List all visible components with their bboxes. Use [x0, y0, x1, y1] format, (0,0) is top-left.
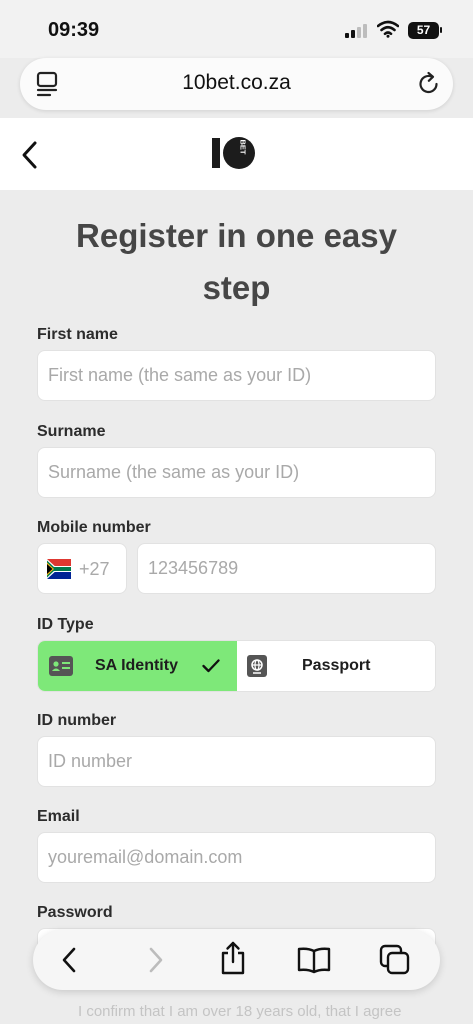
- back-icon[interactable]: [59, 944, 81, 976]
- id-number-label: ID number: [37, 712, 117, 729]
- url-text[interactable]: 10bet.co.za: [20, 71, 453, 95]
- browser-toolbar: [33, 930, 440, 990]
- battery-icon: 57: [408, 22, 439, 39]
- reload-icon[interactable]: [417, 70, 441, 96]
- id-type-label: ID Type: [37, 616, 94, 633]
- passport-option[interactable]: Passport: [237, 641, 435, 691]
- share-icon[interactable]: [219, 940, 247, 976]
- status-time: 09:39: [48, 19, 100, 41]
- passport-label: Passport: [302, 657, 371, 674]
- id-number-input[interactable]: [37, 736, 436, 787]
- surname-input[interactable]: [37, 447, 436, 498]
- 10bet-logo: BET: [212, 137, 255, 169]
- checkmark-icon: [202, 659, 220, 673]
- bookmarks-icon[interactable]: [297, 946, 331, 974]
- south-africa-flag-icon: [47, 559, 71, 579]
- page-title: Register in one easy step: [76, 217, 397, 306]
- country-code-selector[interactable]: +27: [37, 543, 127, 594]
- country-code-text: +27: [79, 559, 110, 579]
- address-bar[interactable]: 10bet.co.za: [20, 58, 453, 110]
- passport-icon: [247, 655, 267, 677]
- site-header: BET: [0, 118, 473, 190]
- sa-identity-label: SA Identity: [95, 657, 178, 674]
- password-label: Password: [37, 904, 113, 921]
- sa-identity-option[interactable]: SA Identity: [38, 641, 237, 691]
- id-card-icon: [49, 656, 73, 676]
- terms-confirmation-text: I confirm that I am over 18 years old, t…: [78, 1003, 402, 1020]
- back-arrow-icon[interactable]: [20, 140, 40, 170]
- tabs-overview-icon[interactable]: [379, 944, 411, 976]
- id-type-toggle: SA Identity Passport: [37, 640, 436, 692]
- registration-form: Register in one easy step First name Sur…: [0, 190, 473, 1024]
- status-bar: 09:39 57: [0, 0, 473, 58]
- surname-label: Surname: [37, 423, 106, 440]
- wifi-icon: [377, 20, 399, 38]
- mobile-number-input[interactable]: [137, 543, 436, 594]
- forward-icon[interactable]: [144, 944, 166, 976]
- email-label: Email: [37, 808, 80, 825]
- first-name-input[interactable]: [37, 350, 436, 401]
- mobile-number-label: Mobile number: [37, 519, 151, 536]
- svg-text:BET: BET: [239, 140, 248, 155]
- email-input[interactable]: [37, 832, 436, 883]
- cellular-signal-icon: [345, 24, 367, 38]
- first-name-label: First name: [37, 326, 118, 343]
